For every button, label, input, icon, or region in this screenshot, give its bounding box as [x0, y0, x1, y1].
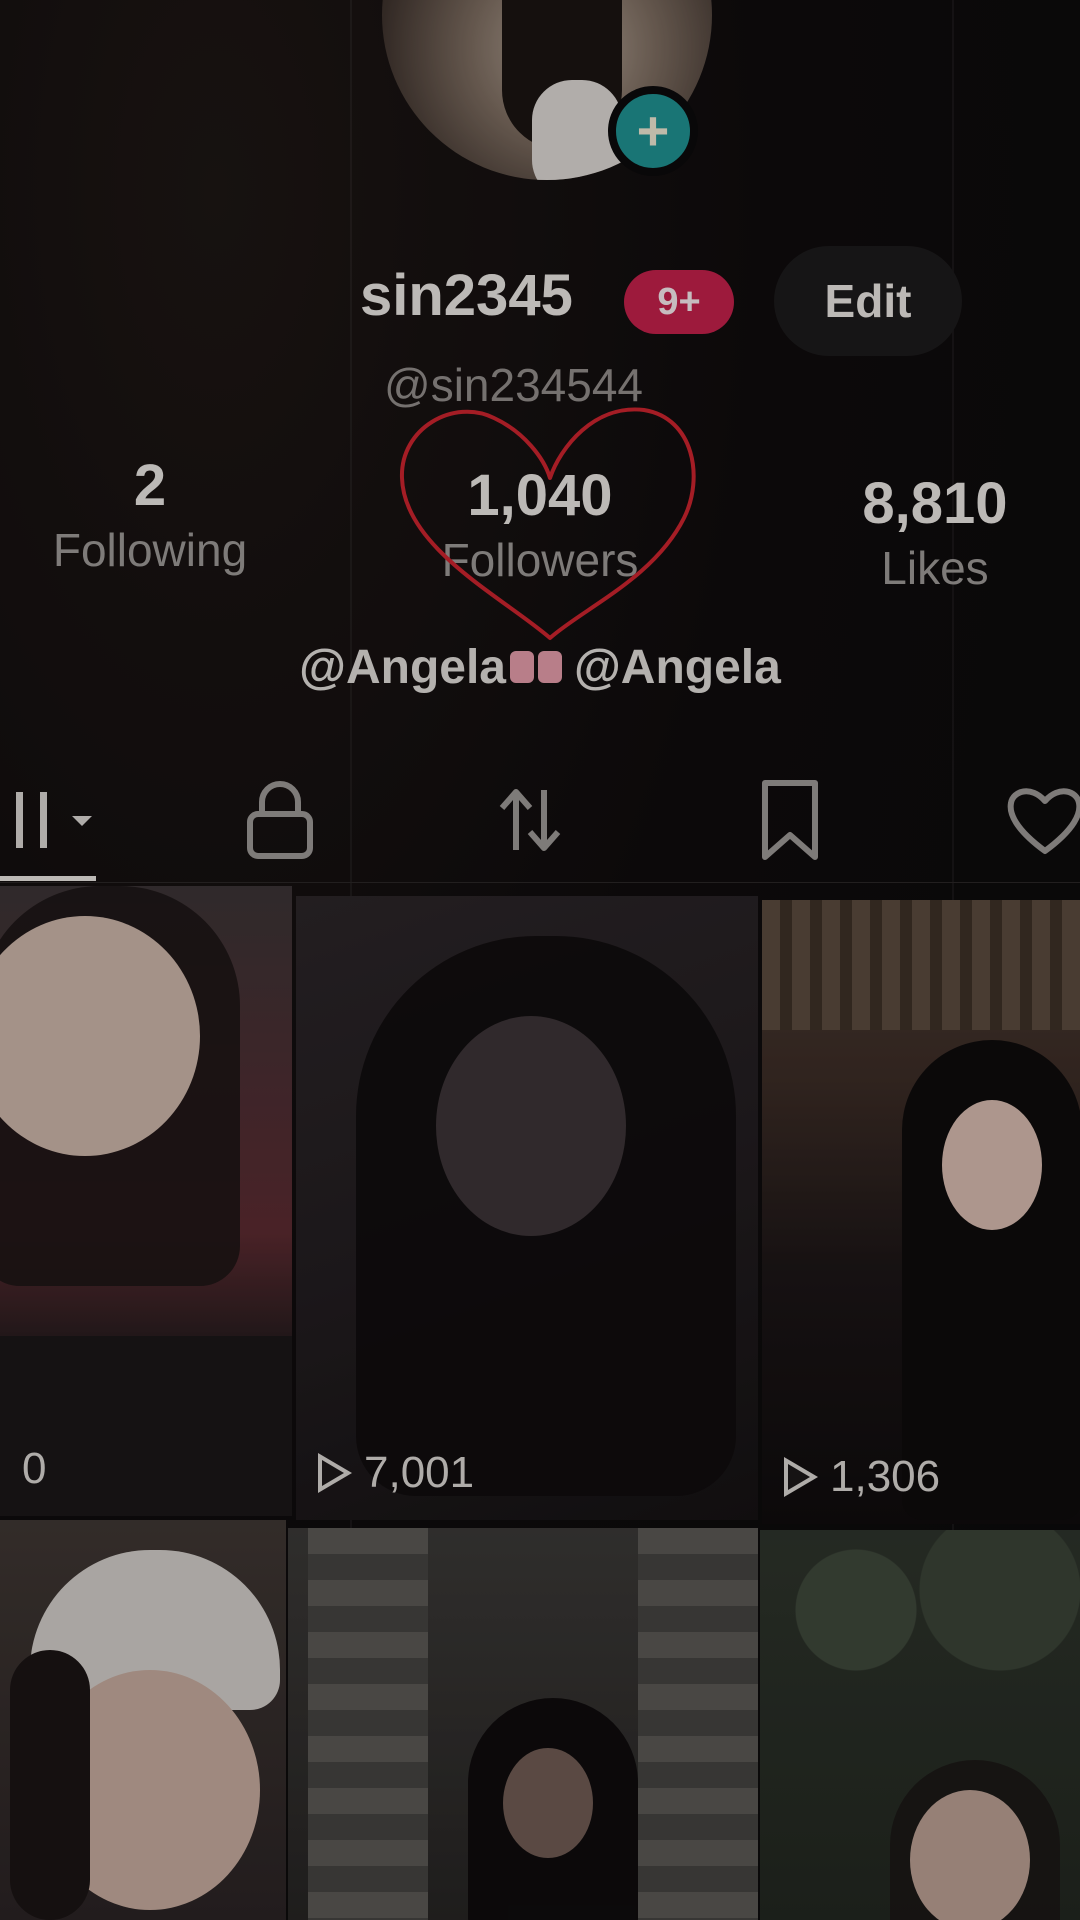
thumbnail-subject: [503, 1748, 593, 1858]
view-count: 0: [22, 1444, 46, 1494]
edit-profile-button[interactable]: Edit: [774, 246, 962, 356]
likes-stat[interactable]: 8,810 Likes: [810, 470, 1060, 595]
lock-icon: [247, 781, 313, 859]
play-icon: [784, 1457, 818, 1497]
tab-videos[interactable]: [0, 760, 110, 880]
view-count-text: 7,001: [364, 1448, 475, 1497]
following-label: Following: [52, 524, 248, 576]
add-story-button[interactable]: +: [608, 86, 698, 176]
bio-mention[interactable]: @Angela: [574, 641, 781, 694]
video-thumbnail[interactable]: 1,306: [762, 900, 1080, 1524]
view-count: 7,001: [318, 1448, 474, 1498]
thumbnail-subject: [910, 1790, 1030, 1920]
view-count-text: 0: [22, 1444, 47, 1493]
thumbnail-background: [762, 900, 1080, 1030]
heart-icon: [1007, 788, 1080, 854]
play-icon: [318, 1453, 352, 1493]
profile-tab-bar: [0, 760, 1080, 880]
tab-liked[interactable]: [1000, 760, 1080, 880]
likes-label: Likes: [881, 542, 989, 594]
likes-count: 8,810: [862, 471, 1008, 536]
thumbnail-subject: [436, 1016, 626, 1236]
view-count: 1,306: [784, 1452, 940, 1502]
bookmark-icon: [762, 780, 818, 860]
profile-display-name: sin2345: [360, 263, 573, 328]
view-count-text: 1,306: [830, 1452, 941, 1501]
tab-divider: [0, 882, 1080, 883]
video-thumbnail[interactable]: [288, 1528, 758, 1920]
profile-bio: @Angela @Angela: [0, 640, 1080, 695]
grid-icon: [16, 792, 92, 848]
thumbnail-subject: [942, 1100, 1042, 1230]
following-count: 2: [133, 453, 167, 518]
following-stat[interactable]: 2 Following: [20, 452, 280, 577]
video-thumbnail[interactable]: [760, 1530, 1080, 1920]
notification-badge[interactable]: 9+: [624, 270, 734, 334]
bio-mention[interactable]: @Angela: [299, 641, 506, 694]
ribbon-bow-emoji: [508, 645, 564, 689]
thumbnail-background: [638, 1528, 758, 1920]
tab-private[interactable]: [230, 760, 330, 880]
plus-icon: +: [636, 99, 670, 162]
tab-selected-indicator: [0, 876, 96, 881]
thumbnail-background: [308, 1528, 428, 1920]
tab-favorites[interactable]: [740, 760, 840, 880]
video-thumbnail[interactable]: [0, 1520, 286, 1920]
video-thumbnail[interactable]: 7,001: [296, 896, 758, 1520]
video-thumbnail[interactable]: 0: [0, 886, 292, 1516]
tab-reposts[interactable]: [480, 760, 580, 880]
heart-doodle-icon: [399, 407, 696, 640]
repost-icon: [499, 789, 561, 851]
thumbnail-background: [760, 1530, 1080, 1730]
thumbnail-subject: [10, 1650, 90, 1920]
